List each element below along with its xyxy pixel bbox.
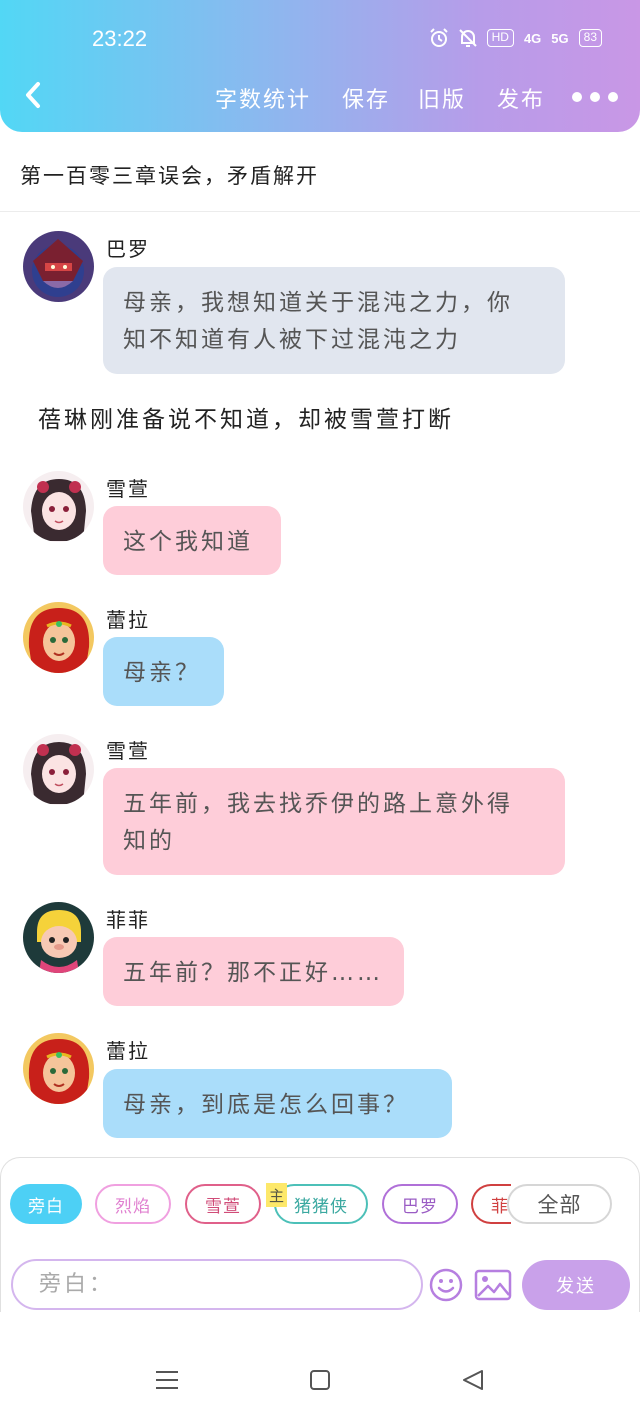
speaker-name: 蕾拉 [106,608,150,632]
message-bubble[interactable]: 母亲，我想知道关于混沌之力，你 知不知道有人被下过混沌之力 [103,267,565,374]
message-text: 母亲，我想知道关于混沌之力，你 [123,290,513,316]
message-bubble[interactable]: 母亲，到底是怎么回事？ [103,1069,452,1138]
chapter-title[interactable]: 第一百零三章误会，矛盾解开 [20,160,319,190]
emoji-icon[interactable] [428,1267,464,1303]
avatar-leila[interactable] [23,1033,94,1104]
speaker-name: 蕾拉 [106,1039,150,1063]
message-input[interactable]: 旁白： [11,1259,423,1310]
speaker-name: 菲菲 [106,908,150,932]
publish-button[interactable]: 发布 [497,82,545,114]
role-chip-xuexuan[interactable]: 雪萱 [185,1184,261,1224]
message-bubble[interactable]: 五年前，我去找乔伊的路上意外得 知的 [103,768,565,875]
back-nav-icon[interactable] [461,1368,485,1392]
message-text: 知不知道有人被下过混沌之力 [123,327,461,353]
avatar-xuexuan[interactable] [23,734,94,805]
message-text: 母亲，到底是怎么回事？ [123,1092,409,1118]
avatar-leila[interactable] [23,602,94,673]
all-roles-button[interactable]: 全部 [507,1184,612,1224]
word-count-button[interactable]: 字数统计 [215,82,311,114]
message-text: 这个我知道 [123,529,253,555]
image-icon[interactable] [474,1269,512,1301]
status-icons: HD 4G 5G 83 [429,28,602,48]
message-bubble[interactable]: 五年前？那不正好…… [103,937,404,1006]
hd-badge: HD [486,29,514,47]
avatar-baluo[interactable] [23,231,94,302]
send-button[interactable]: 发送 [522,1260,630,1310]
more-options-icon[interactable] [572,92,618,102]
role-chip-narrator[interactable]: 旁白 [10,1184,82,1224]
back-icon[interactable] [22,80,46,110]
menu-icon[interactable] [155,1368,179,1392]
role-chip-feifei[interactable]: 菲 [471,1184,511,1224]
speaker-name: 巴罗 [106,237,150,261]
signal-4g: 4G [523,30,542,46]
home-icon[interactable] [309,1368,331,1392]
message-text: 知的 [123,828,175,854]
message-text: 五年前，我去找乔伊的路上意外得 [123,791,513,817]
role-chip-baluo[interactable]: 巴罗 [382,1184,458,1224]
narration-text[interactable]: 蓓琳刚准备说不知道，却被雪萱打断 [38,400,454,434]
role-chip-zhuzhuxia[interactable]: 猪猪侠 [274,1184,368,1224]
speaker-name: 雪萱 [106,477,150,501]
avatar-feifei[interactable] [23,902,94,973]
status-time: 23:22 [92,26,148,51]
old-version-button[interactable]: 旧版 [418,82,466,114]
mute-bell-icon [458,29,477,47]
divider [0,211,640,212]
message-text: 五年前？那不正好…… [123,960,383,986]
message-text: 母亲？ [123,660,201,686]
top-bar: 23:22 HD 4G 5G 83 字数统计 保存 旧版 发布 [0,0,640,132]
speaker-name: 雪萱 [106,739,150,763]
alarm-icon [429,28,448,47]
avatar-xuexuan[interactable] [23,471,94,542]
signal-5g: 5G [551,30,569,46]
save-button[interactable]: 保存 [342,82,390,114]
message-bubble[interactable]: 母亲？ [103,637,224,706]
main-role-badge: 主 [266,1183,287,1207]
battery-indicator: 83 [578,29,602,47]
message-bubble[interactable]: 这个我知道 [103,506,281,575]
role-chip-lieyan[interactable]: 烈焰 [95,1184,171,1224]
